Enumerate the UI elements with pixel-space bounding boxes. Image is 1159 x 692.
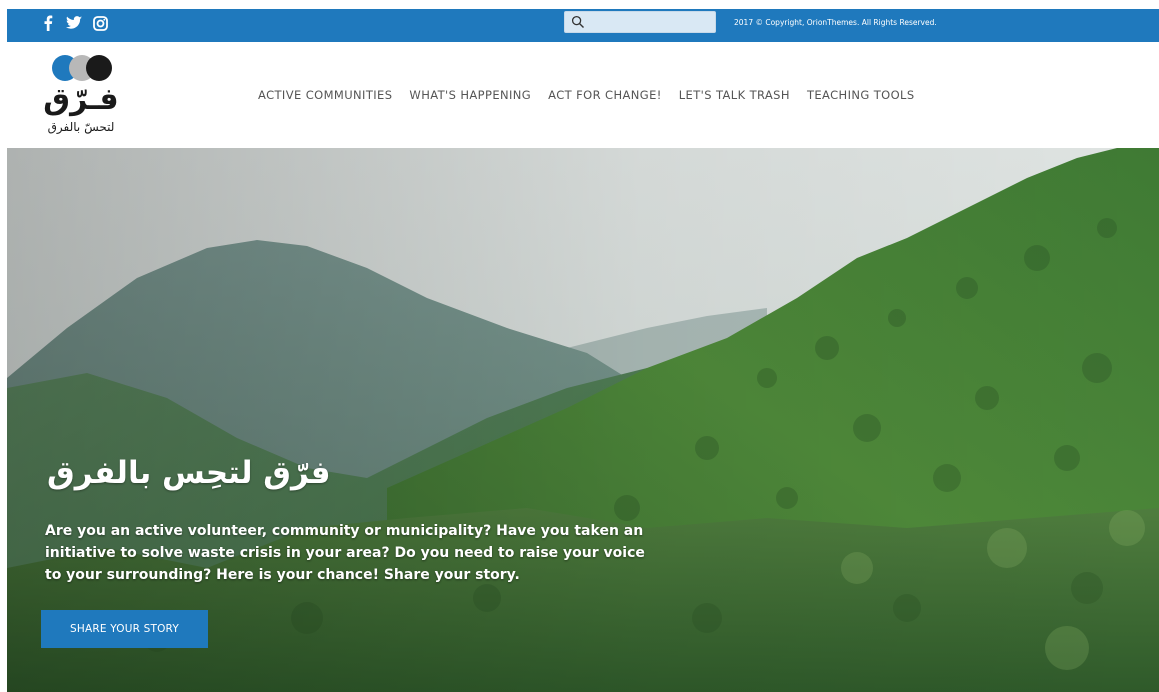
main-nav: ACTIVE COMMUNITIES WHAT'S HAPPENING ACT …	[258, 88, 932, 102]
nav-lets-talk-trash[interactable]: LET'S TALK TRASH	[679, 88, 790, 102]
nav-teaching-tools[interactable]: TEACHING TOOLS	[807, 88, 915, 102]
logo-subtitle: لتحسّ بالفرق	[47, 120, 115, 134]
copyright-text: 2017 © Copyright, OrionThemes. All Right…	[734, 18, 937, 27]
hero-section: فرّق لتحِس بالفرق Are you an active volu…	[7, 148, 1159, 692]
page-frame: 2017 © Copyright, OrionThemes. All Right…	[7, 9, 1159, 692]
logo-dots	[52, 55, 112, 81]
search-box[interactable]	[564, 11, 716, 33]
hero-title: فرّق لتحِس بالفرق	[47, 455, 331, 491]
nav-act-for-change[interactable]: ACT FOR CHANGE!	[548, 88, 662, 102]
top-bar: 2017 © Copyright, OrionThemes. All Right…	[7, 9, 1159, 42]
hero-description: Are you an active volunteer, community o…	[45, 523, 645, 583]
facebook-icon[interactable]	[40, 14, 56, 32]
nav-active-communities[interactable]: ACTIVE COMMUNITIES	[258, 88, 392, 102]
search-icon	[571, 15, 584, 28]
search-input[interactable]	[587, 13, 715, 33]
twitter-icon[interactable]	[66, 14, 82, 32]
logo-title: فـرّق	[43, 82, 119, 117]
instagram-icon[interactable]	[92, 14, 108, 32]
nav-whats-happening[interactable]: WHAT'S HAPPENING	[409, 88, 531, 102]
social-links	[40, 14, 108, 32]
site-header: فـرّق لتحسّ بالفرق ACTIVE COMMUNITIES WH…	[7, 42, 1159, 148]
site-logo[interactable]: فـرّق لتحسّ بالفرق	[33, 50, 129, 142]
share-your-story-button[interactable]: SHARE YOUR STORY	[41, 610, 208, 648]
